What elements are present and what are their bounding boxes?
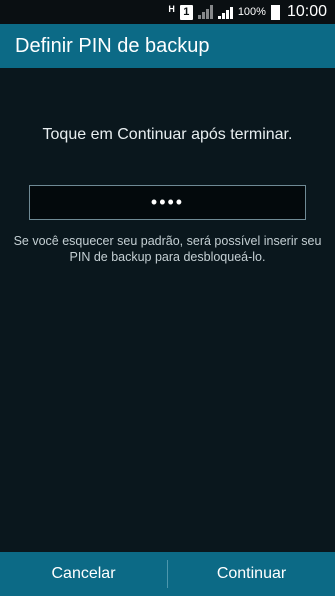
pin-input[interactable]: •••• xyxy=(29,185,306,220)
status-bar: H 1 100% 10:00 xyxy=(0,0,335,24)
action-bar: Definir PIN de backup xyxy=(0,24,335,68)
battery-percent: 100% xyxy=(237,6,266,18)
wifi-signal-icon xyxy=(217,5,233,19)
hint-line-2: PIN de backup para desbloqueá-lo. xyxy=(69,250,266,264)
signal-icon xyxy=(197,5,213,19)
hint-text: Se você esquecer seu padrão, será possív… xyxy=(0,233,335,265)
page-title: Definir PIN de backup xyxy=(15,34,210,57)
sim-icon: 1 xyxy=(179,4,193,20)
cancel-button[interactable]: Cancelar xyxy=(0,552,167,596)
battery-icon xyxy=(270,4,280,20)
continue-button[interactable]: Continuar xyxy=(168,552,335,596)
instruction-text: Toque em Continuar após terminar. xyxy=(42,126,293,143)
bottom-button-bar: Cancelar Continuar xyxy=(0,552,335,596)
hint-line-1: Se você esquecer seu padrão, será possív… xyxy=(13,234,322,248)
network-type-indicator: H xyxy=(168,4,175,14)
clock: 10:00 xyxy=(286,3,327,20)
